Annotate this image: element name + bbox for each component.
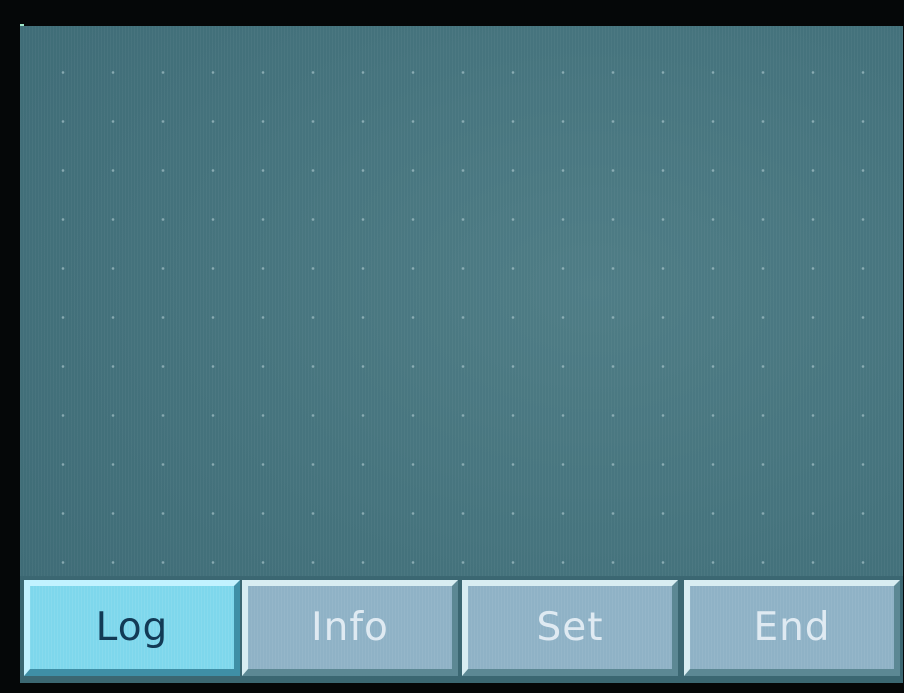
display-screen: Log Info Set End [20,26,903,683]
log-button[interactable]: Log [24,580,240,676]
info-button-label: Info [311,605,389,650]
button-bar: Log Info Set End [20,576,903,683]
device-bezel: Log Info Set End [0,0,904,693]
end-button[interactable]: End [684,580,900,676]
set-button[interactable]: Set [462,580,678,676]
set-button-label: Set [536,605,604,650]
main-content-area [20,26,903,576]
info-button[interactable]: Info [242,580,458,676]
end-button-label: End [753,605,831,650]
log-button-label: Log [95,605,169,650]
